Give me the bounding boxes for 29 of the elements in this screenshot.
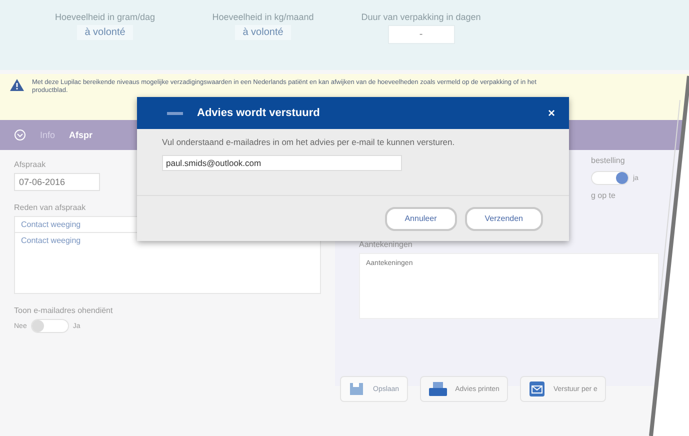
option-label: g op te bbox=[591, 191, 616, 200]
collapse-icon[interactable] bbox=[14, 129, 26, 141]
dialog-button[interactable]: Annuleer bbox=[384, 206, 457, 230]
email-field[interactable]: paul.smids@outlook.com bbox=[162, 155, 402, 171]
dialog-message: Vul onderstaand e-mailadres in om het advies per e-mail te kunnen versturen. bbox=[162, 137, 456, 147]
field-label: Duur van verpakking in dagen bbox=[361, 12, 481, 22]
envelope-icon bbox=[529, 381, 546, 397]
order-label: bestelling bbox=[591, 156, 625, 165]
field-label: Hoeveelheid in gram/dag bbox=[54, 12, 156, 22]
drag-handle-icon[interactable] bbox=[167, 112, 183, 114]
toggle-switch[interactable] bbox=[591, 171, 629, 185]
section-tab[interactable]: Afspr bbox=[69, 130, 93, 140]
field-value: à volonté bbox=[234, 25, 292, 40]
reason-text-area[interactable]: Contact weeging bbox=[14, 232, 321, 294]
save-icon bbox=[349, 382, 365, 396]
date-field[interactable]: 07-06-2016 bbox=[14, 173, 100, 191]
notes-label: Aantekeningen bbox=[359, 240, 412, 249]
dialog-title: Advies wordt verstuurd bbox=[197, 107, 321, 119]
reason-label: Reden van afspraak bbox=[14, 203, 86, 212]
toggle-switch[interactable] bbox=[30, 319, 69, 333]
close-button[interactable]: × bbox=[548, 106, 555, 120]
toggle-label: Toon e-mailadres ohendiënt bbox=[14, 306, 113, 315]
date-label: Afspraak bbox=[14, 160, 46, 169]
field-value: à volonté bbox=[76, 25, 134, 40]
warning-icon bbox=[10, 79, 24, 91]
dialog-button[interactable]: Verzenden bbox=[464, 206, 543, 230]
duration-select[interactable]: - bbox=[388, 25, 454, 44]
printer-icon bbox=[429, 382, 448, 396]
field-label: Hoeveelheid in kg/maand bbox=[212, 12, 314, 22]
